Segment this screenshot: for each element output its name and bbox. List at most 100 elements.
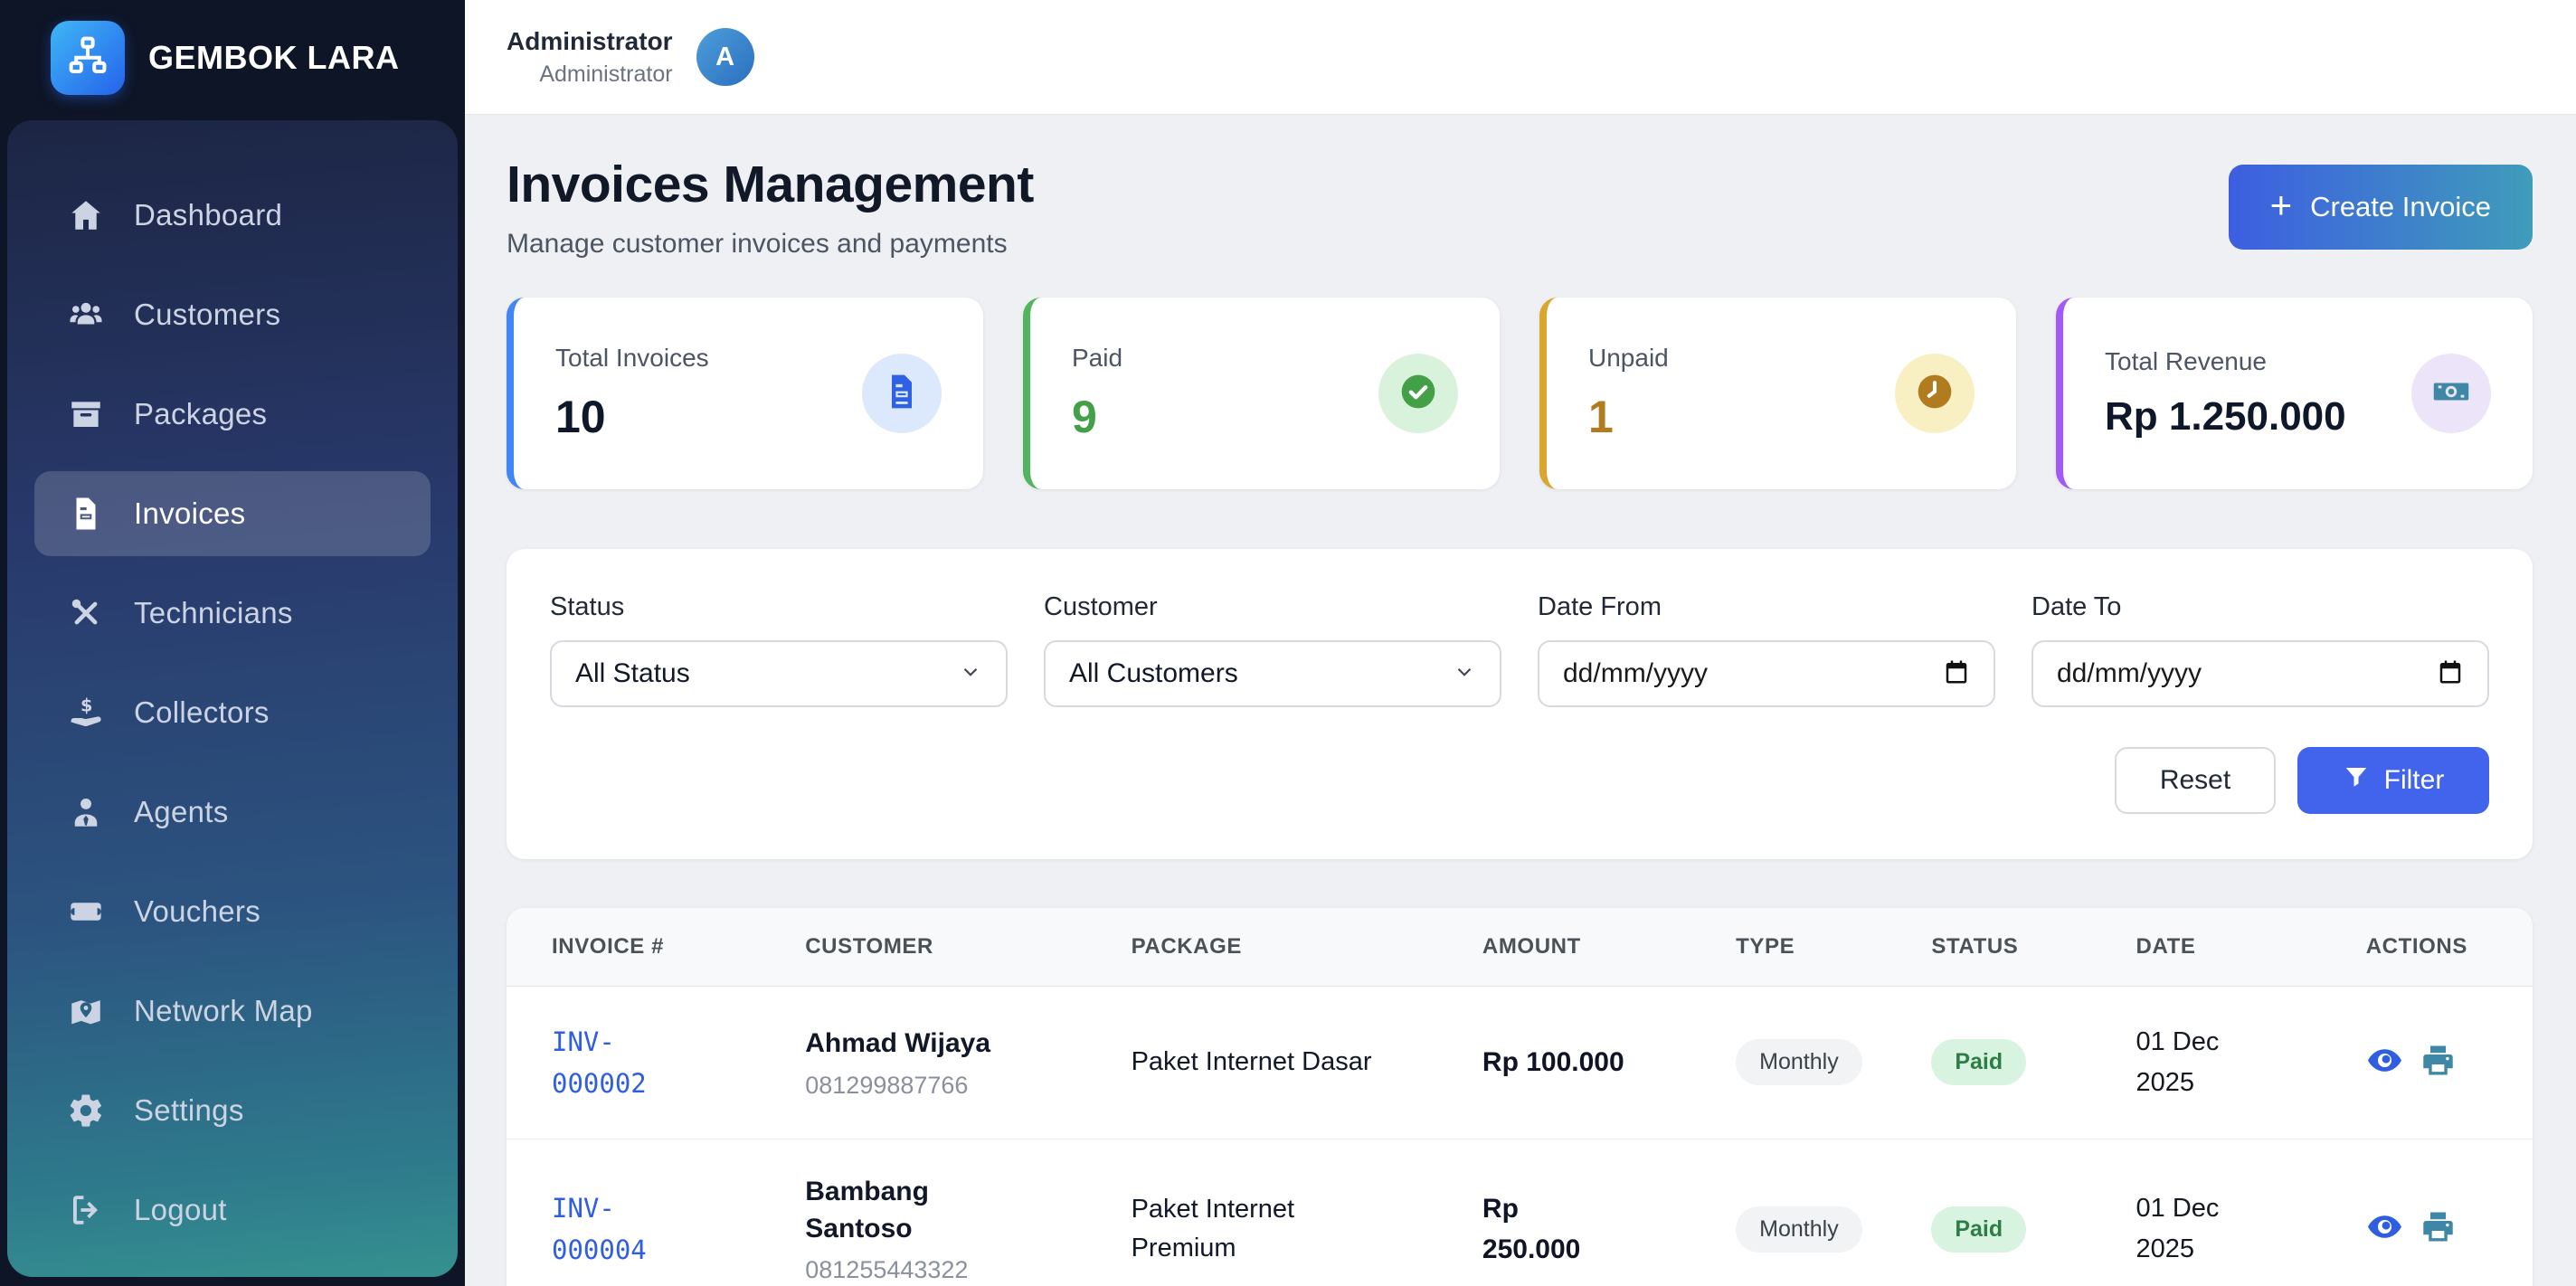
sidebar-item-label: Dashboard <box>134 198 282 232</box>
column-header-customer: CUSTOMER <box>760 908 1085 986</box>
type-badge: Monthly <box>1736 1039 1862 1085</box>
customer-phone: 081255443322 <box>805 1256 1085 1284</box>
sidebar-link-dashboard[interactable]: Dashboard <box>34 173 431 258</box>
amount-value: Rp 100.000 <box>1482 1042 1624 1083</box>
sidebar-link-agents[interactable]: Agents <box>34 770 431 855</box>
check-circle-icon <box>1398 372 1438 416</box>
stat-label: Total Revenue <box>2105 347 2346 376</box>
print-invoice-button[interactable] <box>2420 1042 2457 1082</box>
invoice-icon <box>65 493 107 534</box>
plus-icon: + <box>2270 186 2293 224</box>
stat-card-paid: Paid9 <box>1023 298 1500 489</box>
print-invoice-button[interactable] <box>2420 1208 2457 1248</box>
sidebar-link-collectors[interactable]: $ Collectors <box>34 670 431 755</box>
reset-button[interactable]: Reset <box>2115 747 2276 814</box>
sidebar-link-technicians[interactable]: Technicians <box>34 571 431 656</box>
chevron-down-icon <box>1453 660 1476 688</box>
invoice-number-link[interactable]: INV-000004 <box>552 1187 689 1272</box>
customer-label: Customer <box>1044 592 1501 622</box>
status-select-value: All Status <box>575 658 690 689</box>
sidebar-item-label: Customers <box>134 298 280 332</box>
sidebar-link-vouchers[interactable]: Vouchers <box>34 869 431 954</box>
sidebar-item-label: Settings <box>134 1093 244 1128</box>
sidebar-item-label: Collectors <box>134 695 270 730</box>
date-to-placeholder: dd/mm/yyyy <box>2057 658 2202 689</box>
sidebar-link-customers[interactable]: Customers <box>34 272 431 357</box>
table-row: INV-000002Ahmad Wijaya081299887766Paket … <box>507 986 2533 1139</box>
stat-icon-circle <box>2411 354 2491 433</box>
eye-icon <box>2366 1208 2403 1248</box>
stat-value: 9 <box>1072 391 1122 443</box>
filter-field-date-from: Date From dd/mm/yyyy <box>1538 592 1995 707</box>
avatar[interactable]: A <box>696 28 754 86</box>
filter-card: Status All Status Customer All Customers <box>507 549 2533 859</box>
status-select[interactable]: All Status <box>550 640 1008 707</box>
filter-field-date-to: Date To dd/mm/yyyy <box>2031 592 2489 707</box>
filter-field-status: Status All Status <box>550 592 1008 707</box>
date-from-input[interactable]: dd/mm/yyyy <box>1538 640 1995 707</box>
stat-label: Total Invoices <box>555 344 709 373</box>
package-name: Paket Internet Premium <box>1132 1190 1392 1269</box>
cell-amount: Rp 250.000 <box>1437 1139 1690 1286</box>
calendar-icon <box>1943 658 1970 690</box>
sidebar-header: GEMBOK LARA <box>0 0 465 115</box>
sidebar-item-label: Network Map <box>134 994 313 1028</box>
cell-customer: Bambang Santoso081255443322 <box>760 1139 1085 1286</box>
invoice-number-link[interactable]: INV-000002 <box>552 1021 689 1105</box>
create-invoice-button[interactable]: + Create Invoice <box>2229 165 2533 250</box>
filter-grid: Status All Status Customer All Customers <box>550 592 2489 707</box>
table-header-row: INVOICE #CUSTOMERPACKAGEAMOUNTTYPESTATUS… <box>507 908 2533 986</box>
sidebar-link-invoices[interactable]: Invoices <box>34 471 431 556</box>
sidebar-link-packages[interactable]: Packages <box>34 372 431 457</box>
type-badge: Monthly <box>1736 1206 1862 1253</box>
sidebar-item-logout: Logout <box>7 1160 458 1260</box>
sidebar: GEMBOK LARA Dashboard Customers Packages In… <box>0 0 465 1286</box>
eye-icon <box>2366 1042 2403 1082</box>
app-root: GEMBOK LARA Dashboard Customers Packages In… <box>0 0 2576 1286</box>
column-header-status: STATUS <box>1886 908 2090 986</box>
funnel-icon <box>2343 763 2370 798</box>
invoice-doc-icon <box>882 372 922 416</box>
logout-icon <box>65 1189 107 1231</box>
page-subtitle: Manage customer invoices and payments <box>507 229 1034 260</box>
topbar: Administrator Administrator A <box>465 0 2576 115</box>
clock-icon <box>1915 372 1955 416</box>
cell-actions <box>2321 1139 2533 1286</box>
user-name: Administrator <box>507 27 673 56</box>
stat-text-block: Total Revenue Rp 1.250.000 <box>2105 347 2346 440</box>
page-content: Invoices Management Manage customer invo… <box>465 115 2576 1286</box>
hand-dollar-icon: $ <box>65 692 107 733</box>
sidebar-link-settings[interactable]: Settings <box>34 1068 431 1153</box>
tools-icon <box>65 592 107 634</box>
sidebar-item-collectors: $ Collectors <box>7 663 458 762</box>
stat-value: Rp 1.250.000 <box>2105 394 2346 440</box>
user-role: Administrator <box>507 61 673 88</box>
column-header-amount: AMOUNT <box>1437 908 1690 986</box>
page-heading-block: Invoices Management Manage customer invo… <box>507 155 1034 260</box>
status-badge: Paid <box>1931 1206 2026 1253</box>
table-body: INV-000002Ahmad Wijaya081299887766Paket … <box>507 986 2533 1286</box>
stat-icon-circle <box>1378 354 1458 433</box>
date-to-input[interactable]: dd/mm/yyyy <box>2031 640 2489 707</box>
date-to-label: Date To <box>2031 592 2489 622</box>
main-area: Administrator Administrator A Invoices M… <box>465 0 2576 1286</box>
column-header-package: PACKAGE <box>1086 908 1437 986</box>
filter-button[interactable]: Filter <box>2297 747 2489 814</box>
sidebar-item-agents: Agents <box>7 762 458 862</box>
status-badge: Paid <box>1931 1039 2026 1085</box>
sidebar-link-logout[interactable]: Logout <box>34 1168 431 1253</box>
customer-select[interactable]: All Customers <box>1044 640 1501 707</box>
column-header-type: TYPE <box>1690 908 1886 986</box>
cell-type: Monthly <box>1690 986 1886 1139</box>
view-invoice-button[interactable] <box>2366 1208 2403 1248</box>
page-title: Invoices Management <box>507 155 1034 214</box>
sidebar-link-network-map[interactable]: Network Map <box>34 969 431 1054</box>
sidebar-item-label: Packages <box>134 397 267 431</box>
filter-button-label: Filter <box>2384 765 2445 796</box>
stat-text-block: Unpaid1 <box>1588 344 1669 443</box>
cell-package: Paket Internet Dasar <box>1086 986 1437 1139</box>
view-invoice-button[interactable] <box>2366 1042 2403 1082</box>
stat-text-block: Paid9 <box>1072 344 1122 443</box>
brand-logo[interactable] <box>51 21 125 95</box>
column-header-invoice-: INVOICE # <box>507 908 760 986</box>
